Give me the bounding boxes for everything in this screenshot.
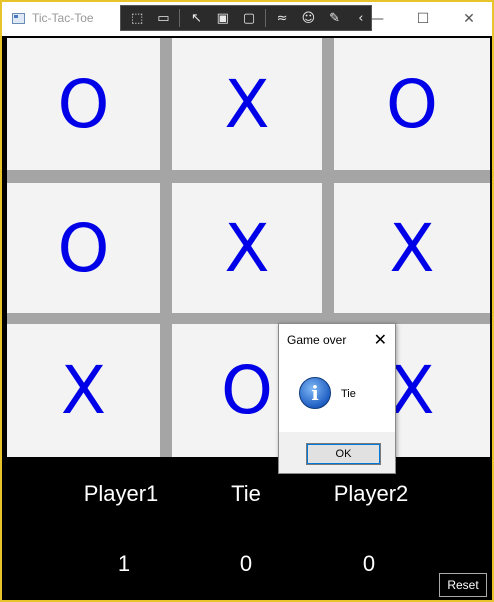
- board-cell[interactable]: X: [172, 183, 322, 313]
- close-button[interactable]: ✕: [446, 2, 492, 36]
- reset-button[interactable]: Reset: [439, 573, 487, 597]
- dialog-message: Tie: [341, 388, 356, 400]
- app-window: Tic-Tac-Toe — ☐ ✕ ⬚ ▭ ↖ ▣ ▢ ≈ ☺ ✎ ‹ O X …: [0, 0, 494, 602]
- board-cell[interactable]: O: [7, 38, 160, 170]
- dialog-footer: OK: [279, 432, 395, 473]
- collapse-icon[interactable]: ‹: [351, 8, 371, 28]
- dialog-title: Game over: [287, 333, 347, 347]
- dialog-close-icon[interactable]: ✕: [374, 330, 387, 349]
- board-cell[interactable]: X: [172, 38, 322, 170]
- ok-button[interactable]: OK: [306, 443, 381, 465]
- board-cell[interactable]: X: [7, 324, 160, 457]
- tie-score: 0: [239, 551, 253, 576]
- pointer-icon[interactable]: ↖: [186, 8, 206, 28]
- score-panel: Player1 Tie Player2 1 0 0 Reset: [7, 457, 490, 599]
- app-icon: [12, 13, 25, 24]
- toolbar-divider: [265, 9, 267, 27]
- window-title: Tic-Tac-Toe: [32, 11, 94, 25]
- select-region-icon[interactable]: ⬚: [127, 8, 147, 28]
- player2-score: 0: [362, 551, 376, 576]
- toolbar-divider: [179, 9, 181, 27]
- info-icon: i: [299, 377, 331, 409]
- game-board: O X O O X X X O X: [7, 38, 490, 457]
- video-icon[interactable]: ▭: [153, 8, 173, 28]
- accessibility-icon[interactable]: ☺: [298, 8, 318, 28]
- wave-icon[interactable]: ≈: [272, 8, 292, 28]
- board-cell[interactable]: O: [334, 38, 490, 170]
- floating-toolbar: ⬚ ▭ ↖ ▣ ▢ ≈ ☺ ✎ ‹: [120, 5, 372, 31]
- tie-label: Tie: [231, 481, 261, 506]
- game-over-dialog: Game over ✕ i Tie OK: [278, 323, 396, 474]
- square-icon[interactable]: ▣: [213, 8, 233, 28]
- pen-icon[interactable]: ✎: [324, 8, 344, 28]
- player2-label: Player2: [333, 481, 409, 506]
- screen-icon[interactable]: ▢: [239, 8, 259, 28]
- player1-score: 1: [117, 551, 131, 576]
- window-controls: — ☐ ✕: [354, 2, 492, 36]
- maximize-button[interactable]: ☐: [400, 2, 446, 36]
- board-cell[interactable]: O: [7, 183, 160, 313]
- board-cell[interactable]: X: [334, 183, 490, 313]
- player1-label: Player1: [83, 481, 159, 506]
